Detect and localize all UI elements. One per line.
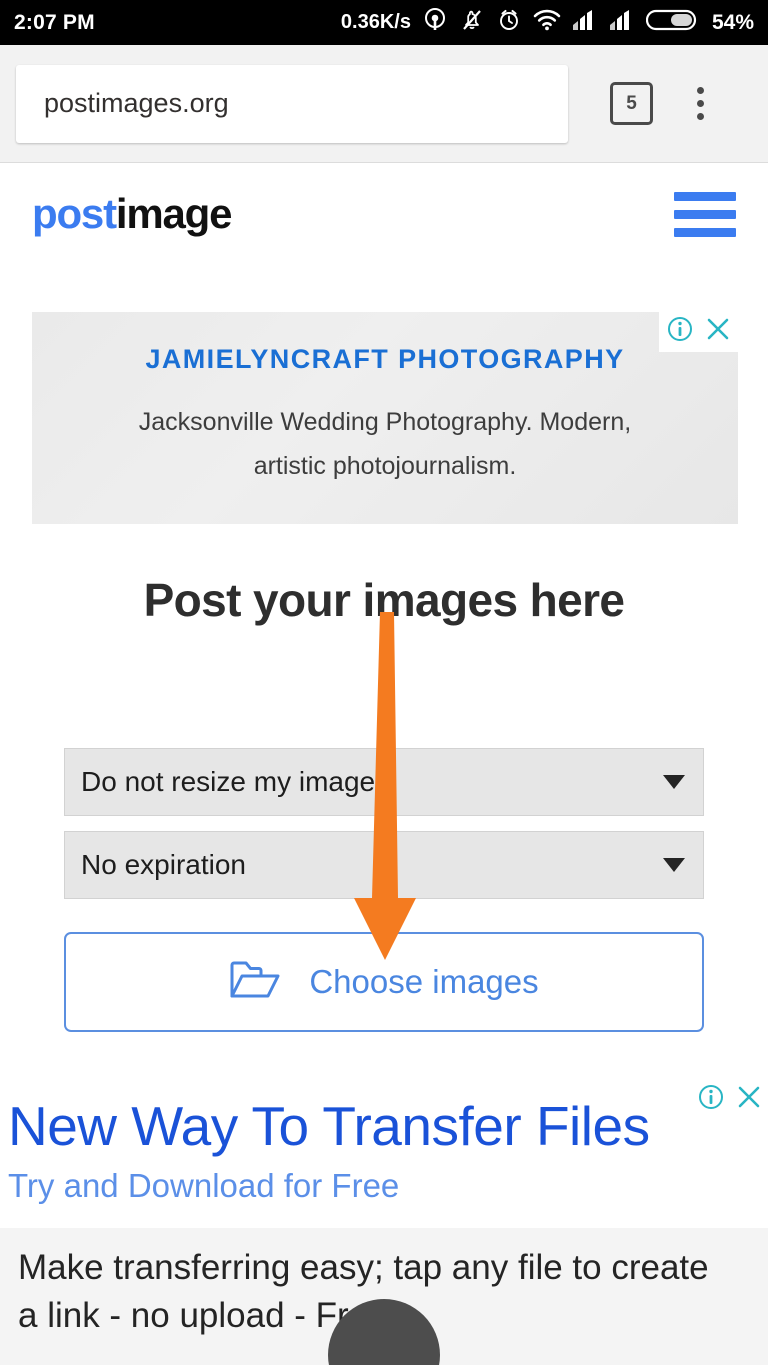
battery-percent-text: 54% <box>711 10 754 34</box>
tab-counter-button[interactable]: 5 <box>610 82 653 125</box>
bottom-ad-choices[interactable] <box>696 1082 764 1117</box>
top-advertisement[interactable]: JAMIELYNCRAFT PHOTOGRAPHY Jacksonville W… <box>32 312 738 524</box>
choose-images-label: Choose images <box>309 963 539 1000</box>
status-bar: 2:07 PM 0.36K/s 54% <box>0 0 768 45</box>
phone-screen: 2:07 PM 0.36K/s 54% postimages.org 5 pos… <box>0 0 768 1365</box>
status-bar-icons: 0.36K/s 54% <box>341 7 754 38</box>
expiration-select-wrapper: No expiration <box>64 831 704 899</box>
tab-count-label: 5 <box>626 92 637 114</box>
choose-images-button[interactable]: Choose images <box>64 932 704 1032</box>
bottom-ad-title: New Way To Transfer Files <box>8 1095 650 1157</box>
expiration-select[interactable]: No expiration <box>64 831 704 899</box>
signal-bars-2-icon <box>609 9 635 36</box>
hamburger-line-1 <box>674 191 736 201</box>
hamburger-menu-icon[interactable] <box>674 191 736 237</box>
page-title: Post your images here <box>143 574 625 626</box>
kebab-dot-1 <box>697 87 704 94</box>
kebab-menu-icon[interactable] <box>697 87 704 120</box>
url-bar[interactable]: postimages.org <box>16 64 568 143</box>
wifi-icon <box>533 8 561 37</box>
logo-text-image: image <box>115 190 233 237</box>
status-bar-time: 2:07 PM <box>14 10 95 34</box>
top-ad-description: Jacksonville Wedding Photography. Modern… <box>138 408 632 480</box>
postimage-logo[interactable]: postimage <box>32 190 233 238</box>
bottom-ad-body: Make transferring easy; tap any file to … <box>0 1228 768 1365</box>
alarm-clock-icon <box>496 7 522 38</box>
resize-select-wrapper: Do not resize my image <box>64 748 704 816</box>
expiration-select-label: No expiration <box>81 849 246 880</box>
close-icon-2[interactable] <box>734 1082 764 1117</box>
logo-text-post: post <box>32 190 117 237</box>
chevron-down-icon <box>663 775 685 789</box>
hamburger-line-2 <box>674 209 736 219</box>
kebab-dot-3 <box>697 113 704 120</box>
kebab-dot-2 <box>697 100 704 107</box>
top-ad-title: JAMIELYNCRAFT PHOTOGRAPHY <box>145 344 625 374</box>
open-folder-icon <box>229 958 281 1007</box>
browser-toolbar: postimages.org 5 <box>0 45 768 163</box>
chevron-down-icon-2 <box>663 858 685 872</box>
adchoices-info-icon-2[interactable] <box>696 1082 726 1117</box>
signal-bars-icon <box>572 9 598 36</box>
bottom-advertisement[interactable]: New Way To Transfer Files Try and Downlo… <box>0 1082 768 1365</box>
network-speed-text: 0.36K/s <box>340 11 411 33</box>
site-header: postimage <box>0 164 768 264</box>
resize-select-label: Do not resize my image <box>81 766 376 797</box>
bottom-ad-subtitle: Try and Download for Free <box>8 1167 400 1204</box>
battery-icon <box>645 7 698 38</box>
bell-muted-icon <box>459 7 485 38</box>
hamburger-line-3 <box>674 227 736 237</box>
location-icon <box>422 7 448 38</box>
resize-select[interactable]: Do not resize my image <box>64 748 704 816</box>
url-text: postimages.org <box>44 88 229 118</box>
